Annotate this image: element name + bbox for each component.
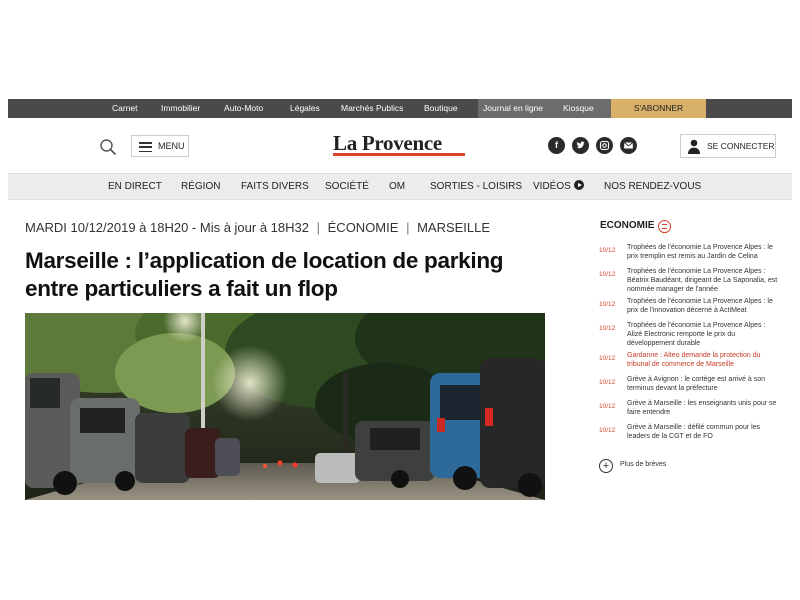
brief-date: 10/12 <box>599 379 616 386</box>
twitter-icon[interactable] <box>572 137 589 154</box>
logo-underline <box>333 153 465 156</box>
topbar-link-kiosque[interactable]: Kiosque <box>563 99 594 118</box>
instagram-icon[interactable] <box>596 137 613 154</box>
article-section-link[interactable]: ÉCONOMIE <box>328 220 399 235</box>
nav-item-societe[interactable]: SOCIÉTÉ <box>325 174 369 199</box>
topbar-link-legales[interactable]: Légales <box>290 99 320 118</box>
logo-text: La Provence <box>333 131 442 155</box>
more-briefs-button[interactable]: + Plus de brèves <box>599 459 699 475</box>
brief-title[interactable]: Grève à Marseille : les enseignants unis… <box>627 400 779 418</box>
meta-separator: | <box>406 220 410 235</box>
play-icon <box>573 180 584 190</box>
brief-date: 10/12 <box>599 301 616 308</box>
menu-button[interactable]: MENU <box>131 135 189 157</box>
article-city-link[interactable]: MARSEILLE <box>417 220 490 235</box>
site-logo[interactable]: La Provence <box>333 133 465 157</box>
nav-item-om[interactable]: OM <box>389 174 405 199</box>
brief-title[interactable]: Trophées de l'économie La Provence Alpes… <box>627 244 779 262</box>
email-icon[interactable] <box>620 137 637 154</box>
street-parking-photo <box>25 313 545 500</box>
brief-title[interactable]: Gardanne : Alteo demande la protection d… <box>627 352 779 370</box>
article-photo <box>25 313 545 500</box>
topbar-link-carnet[interactable]: Carnet <box>112 99 138 118</box>
topbar-link-immobilier[interactable]: Immobilier <box>161 99 200 118</box>
hamburger-icon <box>139 142 152 153</box>
facebook-icon[interactable]: f <box>548 137 565 154</box>
nav-item-videos[interactable]: VIDÉOS <box>533 174 584 199</box>
nav-item-nos-rendez-vous[interactable]: NOS RENDEZ-VOUS <box>604 174 701 199</box>
menu-label: MENU <box>158 141 185 151</box>
article-meta: MARDI 10/12/2019 à 18H20 - Mis à jour à … <box>25 220 490 235</box>
brief-title[interactable]: Trophées de l'économie La Provence Alpes… <box>627 298 779 316</box>
brief-date: 10/12 <box>599 247 616 254</box>
site-header: MENU La Provence f SE CONNECTER <box>0 118 800 173</box>
topbar-link-journal-en-ligne[interactable]: Journal en ligne <box>483 99 543 118</box>
login-label: SE CONNECTER <box>707 141 775 151</box>
user-icon <box>688 139 700 154</box>
sidebar-title[interactable]: ECONOMIE <box>600 220 654 231</box>
main-nav: EN DIRECT RÉGION FAITS DIVERS SOCIÉTÉ OM… <box>8 173 792 200</box>
topbar-link-auto-moto[interactable]: Auto-Moto <box>224 99 263 118</box>
nav-item-region[interactable]: RÉGION <box>181 174 220 199</box>
subscribe-button[interactable]: S'ABONNER <box>611 99 706 118</box>
top-bar: Carnet Immobilier Auto-Moto Légales Marc… <box>8 99 792 118</box>
meta-separator: | <box>316 220 321 235</box>
topbar-link-boutique[interactable]: Boutique <box>424 99 458 118</box>
nav-item-faits-divers[interactable]: FAITS DIVERS <box>241 174 309 199</box>
more-briefs-label: Plus de brèves <box>620 461 667 468</box>
brief-title[interactable]: Grève à Marseille : défilé commun pour l… <box>627 424 779 442</box>
nav-item-sorties-loisirs[interactable]: SORTIES - LOISIRS <box>430 174 522 199</box>
article-date: MARDI 10/12/2019 à 18H20 - Mis à jour à … <box>25 220 309 235</box>
login-button[interactable]: SE CONNECTER <box>680 134 776 158</box>
brief-title[interactable]: Grève à Avignon : le cortège est arrivé … <box>627 376 779 394</box>
brief-date: 10/12 <box>599 271 616 278</box>
brief-date: 10/12 <box>599 355 616 362</box>
list-icon <box>658 220 671 233</box>
nav-item-videos-label: VIDÉOS <box>533 181 571 192</box>
brief-date: 10/12 <box>599 403 616 410</box>
brief-date: 10/12 <box>599 427 616 434</box>
brief-title[interactable]: Trophées de l'économie La Provence Alpes… <box>627 322 779 348</box>
brief-date: 10/12 <box>599 325 616 332</box>
nav-item-en-direct[interactable]: EN DIRECT <box>108 174 162 199</box>
topbar-link-marches-publics[interactable]: Marchés Publics <box>341 99 403 118</box>
article-headline: Marseille : l’application de location de… <box>25 248 504 301</box>
plus-icon: + <box>599 459 613 473</box>
search-icon[interactable] <box>99 138 117 156</box>
brief-title[interactable]: Trophées de l'économie La Provence Alpes… <box>627 268 779 294</box>
